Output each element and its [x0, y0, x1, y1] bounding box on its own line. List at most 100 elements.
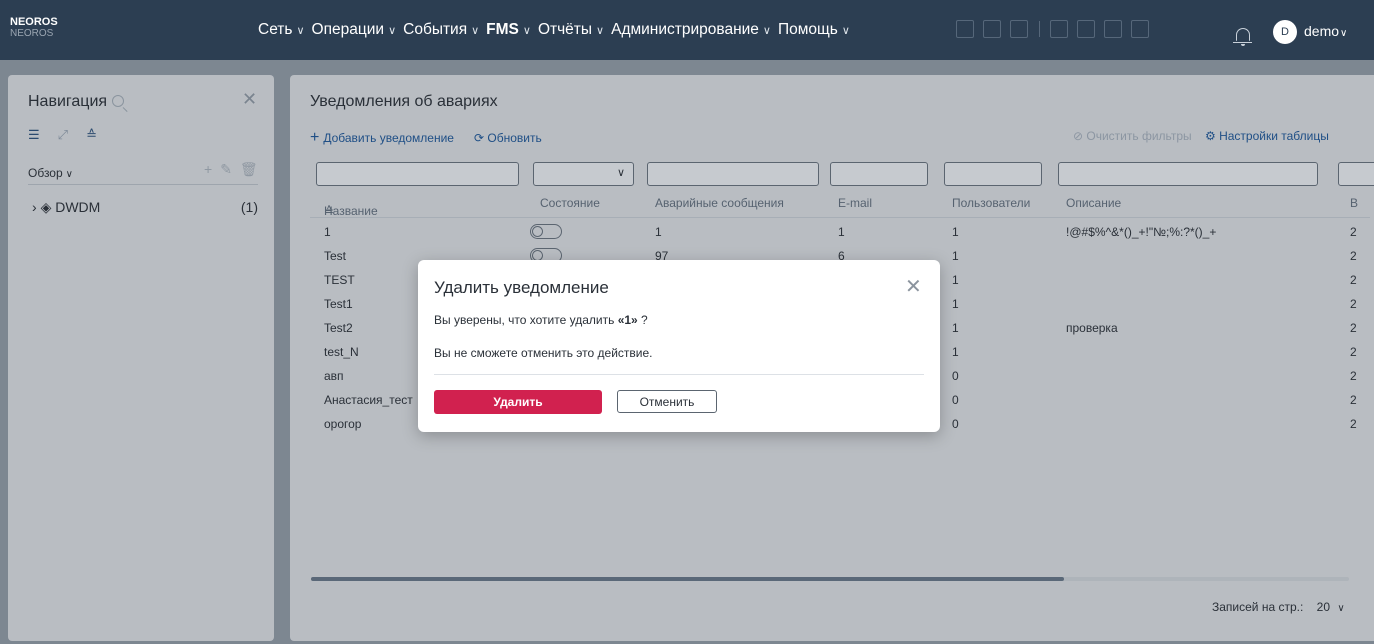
inventory-icon[interactable]: [956, 20, 974, 38]
tree-item-dwdm[interactable]: › ◈ DWDM (1): [32, 199, 258, 216]
filter-off-icon: ⊘: [1073, 129, 1087, 143]
menu-operations[interactable]: Операции ∨: [312, 21, 397, 39]
column-email[interactable]: E-mail: [838, 196, 872, 210]
topology-icon[interactable]: [1050, 20, 1068, 38]
dialog-question: Вы уверены, что хотите удалить «1» ?: [434, 313, 648, 327]
cell-users: 1: [952, 273, 959, 287]
close-icon[interactable]: ✕: [905, 274, 922, 299]
cell-users: 1: [952, 225, 959, 239]
page-size-selector[interactable]: Записей на стр.: 20 ∨: [1212, 600, 1345, 614]
menu-network-label: Сеть: [258, 21, 293, 38]
table-row[interactable]: 1 1 1 1 !@#$%^&*()_+!"№;%:?*()_+ 2: [310, 219, 1374, 243]
menu-events[interactable]: События ∨: [403, 21, 479, 39]
add-notification-button[interactable]: + Добавить уведомление: [310, 129, 454, 147]
user-menu[interactable]: demo∨: [1304, 23, 1347, 39]
menu-fms-label: FMS: [486, 21, 519, 38]
page-size-value: 20: [1316, 600, 1331, 614]
state-toggle[interactable]: [530, 224, 562, 239]
toolbar: + Добавить уведомление ⟳ Обновить: [310, 129, 562, 147]
overview-dropdown[interactable]: Обзор ∨: [28, 166, 73, 180]
chevron-down-icon: ∨: [522, 25, 531, 37]
cancel-button[interactable]: Отменить: [617, 390, 717, 413]
logo-line2: NEOROS: [10, 28, 54, 39]
filter-alarms-input[interactable]: [647, 162, 819, 186]
graph-icon[interactable]: [1131, 20, 1149, 38]
menu-reports-label: Отчёты: [537, 21, 593, 38]
cell-users: 1: [952, 297, 959, 311]
nav-tools: ☰ ⤢ ≙: [28, 127, 115, 143]
chevron-down-icon: ∨: [388, 25, 397, 37]
cell-users: 1: [952, 321, 959, 335]
trash-icon[interactable]: 🗑: [240, 161, 258, 178]
scrollbar-thumb[interactable]: [311, 577, 1064, 581]
menu-events-label: События: [403, 21, 468, 38]
column-name-label: Название: [324, 204, 378, 218]
cell-name: Test: [324, 249, 347, 263]
expand-icon[interactable]: ⤢: [58, 127, 68, 143]
menu-admin-label: Администрирование: [611, 21, 759, 38]
table-settings-button[interactable]: ⚙ Настройки таблицы: [1205, 129, 1329, 143]
list-icon[interactable]: [1077, 20, 1095, 38]
filter-description-input[interactable]: [1058, 162, 1318, 186]
question-prefix: Вы уверены, что хотите удалить: [434, 313, 618, 327]
column-state[interactable]: Состояние: [540, 196, 600, 210]
chevron-down-icon: ∨: [296, 25, 305, 37]
filter-state-select[interactable]: ∨: [533, 162, 634, 186]
cell-extra: 2: [1350, 225, 1357, 239]
cell-name: test_N: [324, 345, 359, 359]
chevron-down-icon: ∨: [1340, 28, 1348, 39]
column-users[interactable]: Пользователи: [952, 196, 1030, 210]
delete-button[interactable]: Удалить: [434, 390, 602, 414]
chevron-down-icon: ∨: [65, 169, 73, 180]
menu-fms[interactable]: FMS ∨: [486, 21, 531, 39]
refresh-button[interactable]: ⟳ Обновить: [474, 131, 542, 145]
tree-item-count: (1): [240, 199, 258, 215]
cell-name: TEST: [324, 273, 355, 287]
menu-help[interactable]: Помощь ∨: [778, 21, 850, 39]
close-icon[interactable]: ✕: [242, 89, 257, 110]
cell-name: Test2: [324, 321, 353, 335]
add-icon[interactable]: +: [204, 161, 212, 178]
question-item: «1»: [617, 313, 638, 327]
dialog-warning: Вы не сможете отменить это действие.: [434, 346, 653, 360]
chevron-down-icon: ∨: [596, 25, 605, 37]
clear-filters-button[interactable]: ⊘ Очистить фильтры: [1073, 129, 1192, 143]
gear-icon: ⚙: [1205, 129, 1220, 143]
cell-name: Test1: [324, 297, 353, 311]
table-tools: ⊘ Очистить фильтры ⚙ Настройки таблицы: [1073, 129, 1329, 143]
avatar[interactable]: D: [1273, 20, 1297, 44]
bell-icon[interactable]: [1233, 28, 1252, 46]
divider: [434, 374, 924, 375]
collapse-icon[interactable]: ≙: [86, 127, 97, 143]
chevron-down-icon: ∨: [1337, 603, 1345, 614]
column-description[interactable]: Описание: [1066, 196, 1121, 210]
dialog-title: Удалить уведомление: [434, 278, 609, 297]
chevron-right-icon[interactable]: ›: [32, 199, 37, 215]
filter-users-input[interactable]: [944, 162, 1042, 186]
alarm-icon[interactable]: [1010, 20, 1028, 38]
users-icon[interactable]: [983, 20, 1001, 38]
menu-network[interactable]: Сеть ∨: [258, 21, 305, 39]
edit-icon[interactable]: ✎: [220, 161, 232, 178]
cell-extra: 2: [1350, 345, 1357, 359]
filter-extra-input[interactable]: [1338, 162, 1374, 186]
filter-name-input[interactable]: [316, 162, 519, 186]
menu-admin[interactable]: Администрирование ∨: [611, 21, 771, 39]
search-icon[interactable]: [112, 95, 124, 107]
report-icon[interactable]: [1104, 20, 1122, 38]
layers-icon: ◈: [40, 199, 52, 215]
delete-dialog: Удалить уведомление ✕ Вы уверены, что хо…: [418, 260, 940, 432]
cell-name: авп: [324, 369, 344, 383]
column-extra[interactable]: В: [1350, 196, 1358, 210]
menu-operations-label: Операции: [311, 21, 385, 38]
menu-reports[interactable]: Отчёты ∨: [538, 21, 604, 39]
cell-users: 0: [952, 417, 959, 431]
quick-icons: [956, 20, 1158, 38]
logo[interactable]: NEOROS NEOROS: [10, 16, 58, 40]
logo-line1: NEOROS: [10, 16, 58, 28]
column-alarms[interactable]: Аварийные сообщения: [655, 196, 784, 210]
list-view-icon[interactable]: ☰: [28, 127, 40, 143]
tree-item-label: DWDM: [55, 199, 101, 215]
cell-email: 1: [838, 225, 845, 239]
filter-email-input[interactable]: [830, 162, 928, 186]
